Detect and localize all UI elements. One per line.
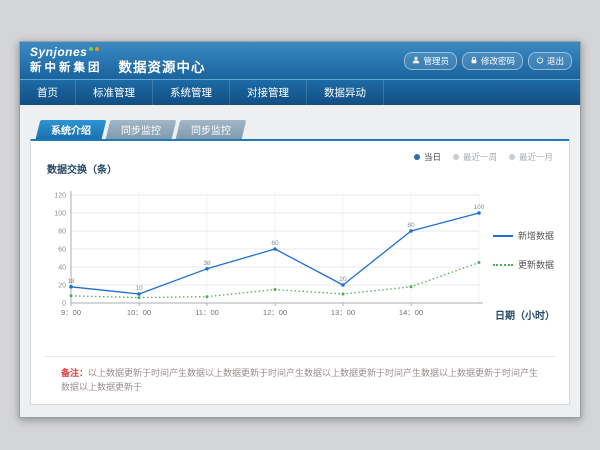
- period-filter-label: 最近一月: [519, 151, 553, 163]
- svg-text:20: 20: [58, 283, 66, 290]
- logout-label: 退出: [547, 55, 564, 67]
- svg-text:0: 0: [62, 301, 66, 308]
- svg-text:120: 120: [54, 193, 66, 200]
- svg-text:20: 20: [339, 276, 347, 283]
- period-filter-2[interactable]: 最近一月: [509, 151, 553, 163]
- svg-text:13：00: 13：00: [331, 308, 355, 317]
- legend-item-0[interactable]: 新增数据: [493, 229, 561, 242]
- admin-button-label: 管理员: [423, 55, 449, 67]
- tab-label: 同步监控: [121, 122, 161, 137]
- change-password-button[interactable]: 修改密码: [462, 52, 523, 70]
- tab-system-intro[interactable]: 系统介绍: [36, 120, 107, 139]
- svg-text:80: 80: [58, 229, 66, 236]
- period-filter-dot-icon: [509, 154, 515, 160]
- app-title: 数据资源中心: [119, 56, 206, 76]
- svg-text:14：00: 14：00: [399, 308, 423, 317]
- nav-item-system-mgmt[interactable]: 系统管理: [153, 80, 230, 105]
- power-icon: [536, 56, 544, 66]
- logo-dot-green-icon: [89, 47, 93, 51]
- logo-brand-text: Synjones: [30, 45, 87, 59]
- chart-panel: 数据交换（条） 当日 最近一周 最近一月 0 20 40 60 80 100 120 9：00 10…: [30, 139, 570, 405]
- svg-text:10: 10: [135, 285, 143, 292]
- svg-text:12：00: 12：00: [263, 308, 287, 317]
- svg-text:60: 60: [271, 240, 279, 247]
- svg-text:40: 40: [58, 265, 66, 272]
- period-filter-dot-icon: [414, 154, 420, 160]
- period-filter-label: 当日: [424, 151, 441, 163]
- svg-text:60: 60: [58, 247, 66, 254]
- line-chart: 0 20 40 60 80 100 120 9：00 10：00 11：00 12：00 13：00 1…: [41, 183, 493, 330]
- user-icon: [412, 56, 420, 66]
- period-filter-1[interactable]: 最近一周: [453, 151, 497, 163]
- svg-text:38: 38: [203, 260, 211, 267]
- nav-item-interface-mgmt[interactable]: 对接管理: [230, 80, 307, 105]
- svg-text:100: 100: [54, 211, 66, 218]
- tab-label: 系统介绍: [51, 122, 91, 137]
- svg-text:11：00: 11：00: [195, 308, 219, 317]
- app-window: Synjones 新中新集团 数据资源中心 管理员 修改密码 退出 首页 标准管…: [19, 41, 581, 418]
- main-nav: 首页 标准管理 系统管理 对接管理 数据异动: [20, 79, 580, 105]
- chart-y-axis-title: 数据交换（条）: [47, 161, 117, 176]
- svg-text:80: 80: [407, 222, 415, 229]
- chart-x-axis-title: 日期（小时）: [495, 307, 555, 322]
- period-filter-0[interactable]: 当日: [414, 151, 441, 163]
- logo-company-text: 新中新集团: [30, 59, 103, 75]
- logo-dot-orange-icon: [95, 47, 99, 51]
- logout-button[interactable]: 退出: [528, 52, 572, 70]
- chart-svg: 0 20 40 60 80 100 120 9：00 10：00 11：00 12：00 13：00 1…: [41, 183, 493, 325]
- svg-text:10：00: 10：00: [127, 308, 151, 317]
- footnote-label: 备注：: [61, 368, 88, 378]
- admin-button[interactable]: 管理员: [404, 52, 457, 70]
- app-header: Synjones 新中新集团 数据资源中心 管理员 修改密码 退出: [20, 42, 580, 79]
- period-filters: 当日 最近一周 最近一月: [414, 151, 553, 163]
- synjones-logo: Synjones 新中新集团: [30, 46, 103, 75]
- legend-line-sample: [493, 235, 513, 237]
- tab-label: 同步监控: [191, 122, 231, 137]
- series-legend: 新增数据更新数据: [493, 229, 561, 271]
- period-filter-label: 最近一周: [463, 151, 497, 163]
- tab-sync-monitor-2[interactable]: 同步监控: [176, 120, 247, 139]
- svg-text:100: 100: [474, 204, 485, 211]
- legend-label: 更新数据: [518, 258, 554, 271]
- legend-label: 新增数据: [518, 229, 554, 242]
- content-area: 系统介绍 同步监控 同步监控 数据交换（条） 当日 最近一周 最近一月 0 20 40 6…: [20, 105, 580, 418]
- legend-line-sample: [493, 264, 513, 266]
- tab-bar: 系统介绍 同步监控 同步监控: [38, 120, 570, 139]
- header-actions: 管理员 修改密码 退出: [404, 52, 572, 70]
- svg-text:9：00: 9：00: [61, 308, 81, 317]
- nav-item-home[interactable]: 首页: [20, 80, 76, 105]
- legend-item-1[interactable]: 更新数据: [493, 258, 561, 271]
- footnote: 备注：以上数据更新于时间产生数据以上数据更新于时间产生数据以上数据更新于时间产生…: [45, 356, 555, 394]
- svg-text:18: 18: [67, 278, 75, 285]
- change-password-label: 修改密码: [481, 55, 515, 67]
- lock-icon: [470, 56, 478, 66]
- period-filter-dot-icon: [453, 154, 459, 160]
- nav-item-data-change[interactable]: 数据异动: [307, 80, 384, 105]
- tab-sync-monitor-1[interactable]: 同步监控: [106, 120, 177, 139]
- nav-item-standard-mgmt[interactable]: 标准管理: [76, 80, 153, 105]
- footnote-text: 以上数据更新于时间产生数据以上数据更新于时间产生数据以上数据更新于时间产生数据以…: [61, 368, 538, 392]
